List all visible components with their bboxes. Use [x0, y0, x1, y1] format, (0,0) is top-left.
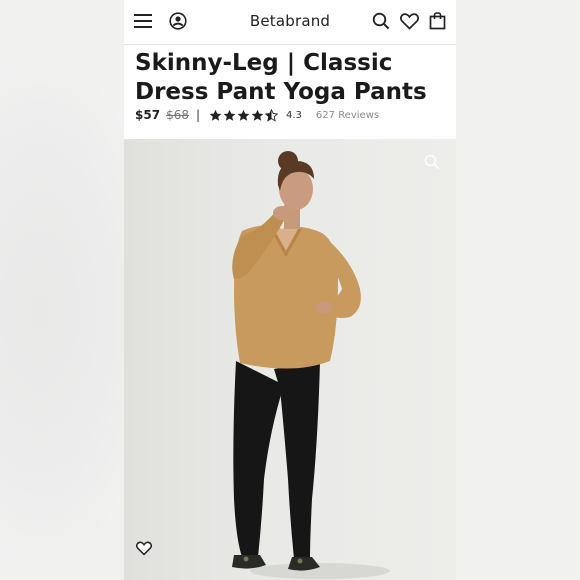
heart-icon[interactable] [400, 13, 419, 30]
star-icon [237, 109, 250, 121]
bag-icon[interactable] [429, 12, 446, 30]
product-page: Betabrand Skinny-Leg | Classic Dress Pan… [124, 0, 456, 580]
half-star-icon [265, 108, 279, 122]
model-illustration [232, 151, 390, 579]
star-icon [223, 109, 236, 121]
star-icon [251, 109, 264, 121]
top-nav-bar: Betabrand [124, 0, 456, 45]
current-price: $57 [135, 108, 161, 122]
product-image[interactable] [124, 139, 456, 580]
separator: | [195, 108, 201, 122]
rating-value: 4.3 [286, 109, 302, 121]
price-rating-row: $57 $68 | 4.3 627 Reviews [135, 107, 379, 123]
favorite-heart-icon[interactable] [135, 541, 153, 556]
original-price: $68 [166, 108, 189, 122]
product-title: Skinny-Leg | Classic Dress Pant Yoga Pan… [135, 50, 427, 105]
reviews-link[interactable]: 627 Reviews [316, 110, 379, 121]
search-icon[interactable] [372, 12, 390, 30]
zoom-icon[interactable] [424, 154, 440, 170]
star-icon [209, 109, 222, 121]
star-rating[interactable] [209, 108, 279, 122]
